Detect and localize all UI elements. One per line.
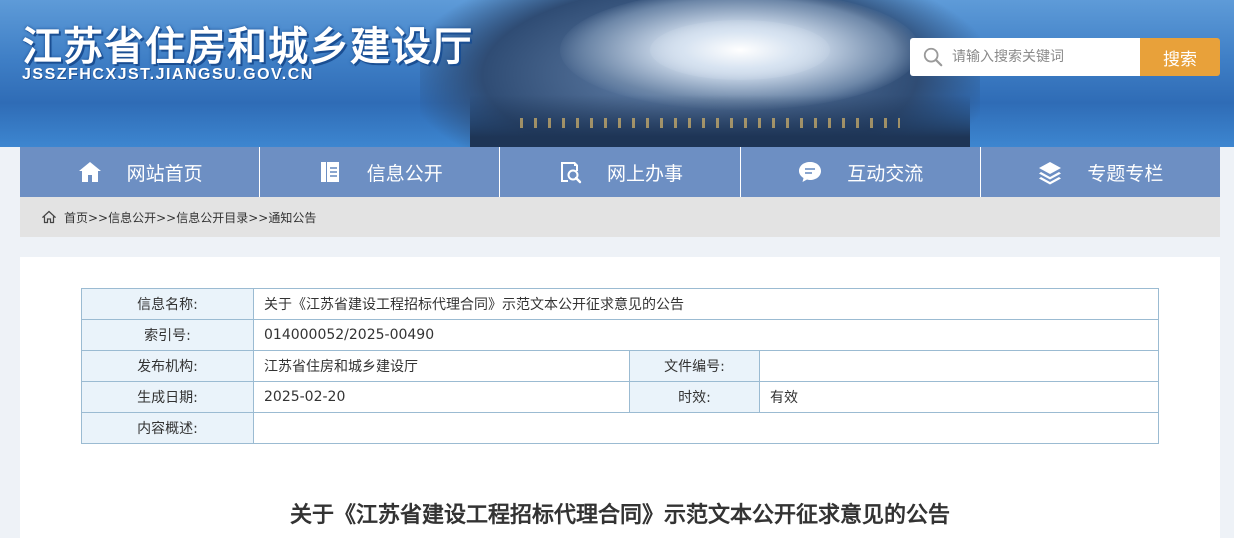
document-number-label: 文件编号:: [629, 350, 760, 382]
summary-label: 内容概述:: [81, 412, 254, 444]
nav-item-label: 互动交流: [847, 162, 924, 185]
document-icon: [317, 159, 343, 185]
nav-item-label: 网站首页: [126, 162, 203, 185]
date-label: 生成日期:: [81, 381, 254, 413]
breadcrumb-text[interactable]: 首页>>信息公开>>信息公开目录>>通知公告: [64, 209, 316, 226]
table-row: 发布机构: 江苏省住房和城乡建设厅 文件编号:: [81, 350, 1159, 382]
info-name-value: 关于《江苏省建设工程招标代理合同》示范文本公开征求意见的公告: [253, 288, 1159, 320]
search-box[interactable]: [910, 38, 1140, 76]
index-number-value: 014000052/2025-00490: [253, 319, 1159, 351]
search-button[interactable]: 搜索: [1140, 38, 1220, 76]
page: 江苏省住房和城乡建设厅 JSSZFHCXJST.JIANGSU.GOV.CN 搜…: [0, 0, 1234, 538]
table-row: 信息名称: 关于《江苏省建设工程招标代理合同》示范文本公开征求意见的公告: [81, 288, 1159, 320]
nav-item-info-disclosure[interactable]: 信息公开: [260, 147, 501, 197]
search-icon: [923, 47, 943, 67]
publisher-value: 江苏省住房和城乡建设厅: [253, 350, 630, 382]
index-number-label: 索引号:: [81, 319, 254, 351]
banner-city-lights: [520, 118, 900, 128]
validity-label: 时效:: [629, 381, 760, 413]
document-number-value: [759, 350, 1159, 382]
layers-icon: [1037, 159, 1063, 185]
table-row: 内容概述:: [81, 412, 1159, 444]
home-icon: [42, 210, 56, 224]
table-row: 生成日期: 2025-02-20 时效: 有效: [81, 381, 1159, 413]
nav-item-label: 专题专栏: [1087, 162, 1164, 185]
info-name-label: 信息名称:: [81, 288, 254, 320]
header-banner: 江苏省住房和城乡建设厅 JSSZFHCXJST.JIANGSU.GOV.CN 搜…: [0, 0, 1234, 147]
table-row: 索引号: 014000052/2025-00490: [81, 319, 1159, 351]
chat-bubble-icon: [797, 159, 823, 185]
info-table: 信息名称: 关于《江苏省建设工程招标代理合同》示范文本公开征求意见的公告 索引号…: [81, 288, 1159, 444]
search-input[interactable]: [952, 49, 1132, 65]
nav-item-home[interactable]: 网站首页: [20, 147, 261, 197]
nav-item-label: 网上办事: [607, 162, 684, 185]
nav-item-interaction[interactable]: 互动交流: [741, 147, 981, 197]
breadcrumb: 首页>>信息公开>>信息公开目录>>通知公告: [20, 197, 1220, 237]
publisher-label: 发布机构:: [81, 350, 254, 382]
main-nav: 网站首页 信息公开 网上办事 互动交流 专题专栏: [20, 147, 1220, 197]
validity-value: 有效: [759, 381, 1159, 413]
search-document-icon: [557, 159, 583, 185]
banner-stadium-roof: [650, 20, 830, 80]
summary-value: [253, 412, 1159, 444]
nav-item-online-services[interactable]: 网上办事: [500, 147, 741, 197]
site-domain: JSSZFHCXJST.JIANGSU.GOV.CN: [22, 66, 314, 83]
home-icon: [77, 159, 103, 185]
article-title: 关于《江苏省建设工程招标代理合同》示范文本公开征求意见的公告: [289, 503, 950, 528]
nav-item-special-topics[interactable]: 专题专栏: [981, 147, 1220, 197]
nav-item-label: 信息公开: [366, 162, 443, 185]
date-value: 2025-02-20: [253, 381, 630, 413]
site-title[interactable]: 江苏省住房和城乡建设厅: [22, 14, 473, 72]
content-panel: 信息名称: 关于《江苏省建设工程招标代理合同》示范文本公开征求意见的公告 索引号…: [20, 257, 1220, 538]
